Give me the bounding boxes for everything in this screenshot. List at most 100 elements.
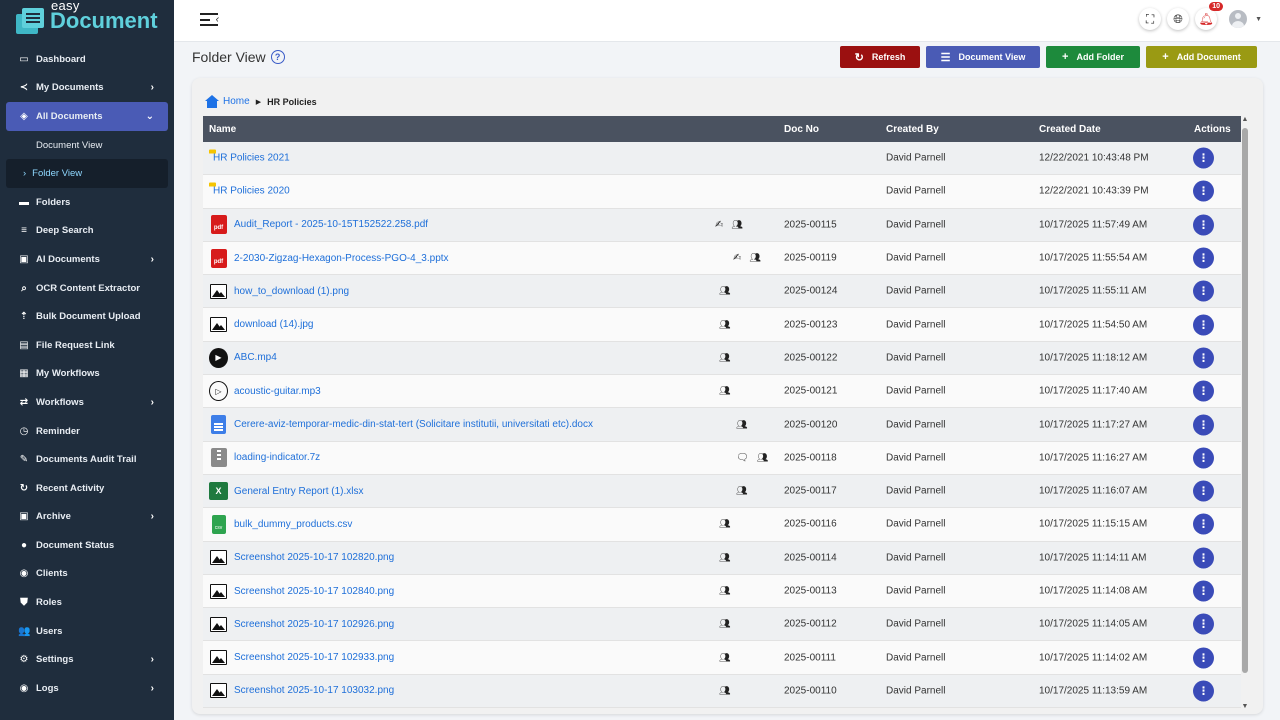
sidebar-item-folders[interactable]: ▬ Folders: [0, 188, 174, 217]
table-row[interactable]: Screenshot 2025-10-17 102840.png 👥︎ 2025-0…: [203, 574, 1241, 609]
row-actions-menu-icon[interactable]: ⋮: [1193, 147, 1214, 169]
help-icon[interactable]: ?: [270, 50, 285, 64]
column-name[interactable]: Name: [209, 124, 236, 135]
document-link[interactable]: Screenshot 2025-10-17 102840.png: [234, 586, 394, 597]
table-row[interactable]: Screenshot 2025-10-17 102926.png 👥︎ 2025-0…: [203, 608, 1241, 642]
home-icon[interactable]: [205, 95, 219, 108]
row-actions-menu-icon[interactable]: ⋮: [1193, 380, 1214, 402]
sidebar-item-reminder[interactable]: ◷ Reminder: [0, 417, 174, 446]
menu-toggle-icon[interactable]: ‹: [200, 13, 219, 29]
table-row[interactable]: HR Policies 2021 David Parnell 12/22/2021 …: [203, 142, 1241, 176]
column-created-date[interactable]: Created Date: [1039, 124, 1101, 135]
row-actions-menu-icon[interactable]: ⋮: [1193, 314, 1214, 336]
row-actions-menu-icon[interactable]: ⋮: [1193, 247, 1214, 269]
doc-no-cell: 2025-00124: [784, 285, 838, 297]
document-link[interactable]: ABC.mp4: [234, 352, 277, 363]
document-link[interactable]: Screenshot 2025-10-17 102933.png: [234, 652, 394, 663]
table-row[interactable]: Screenshot 2025-10-17 102820.png 👥︎ 2025-0…: [203, 541, 1241, 575]
language-globe-icon[interactable]: 🌐︎: [1167, 8, 1190, 30]
row-actions-menu-icon[interactable]: ⋮: [1193, 280, 1214, 302]
add-folder-button[interactable]: + Add Folder: [1046, 46, 1140, 68]
name-cell: ▶ ABC.mp4: [209, 347, 277, 368]
document-link[interactable]: Screenshot 2025-10-17 102820.png: [234, 552, 394, 563]
sidebar-item-bulk-document-upload[interactable]: ⇡ Bulk Document Upload: [0, 302, 174, 331]
table-row[interactable]: ▶ ABC.mp4 👥︎ 2025-00122 David Parnell 10/17/2…: [203, 341, 1241, 376]
row-actions-menu-icon[interactable]: ⋮: [1193, 680, 1214, 702]
sidebar-item-ocr-content-extractor[interactable]: ⌕ OCR Content Extractor: [0, 274, 174, 303]
table-row[interactable]: Cerere-aviz-temporar-medic-din-stat-tert…: [203, 408, 1241, 442]
row-actions-menu-icon[interactable]: ⋮: [1193, 580, 1214, 602]
sidebar-item-recent-activity[interactable]: ↻ Recent Activity: [0, 474, 174, 503]
shared-users-icon: 👥︎: [736, 419, 748, 430]
sidebar-item-dashboard[interactable]: ▭ Dashboard: [0, 45, 174, 74]
table-row[interactable]: loading-indicator.7z 🗨 👥︎ 2025-00118 David P…: [203, 441, 1241, 475]
document-link[interactable]: 2-2030-Zigzag-Hexagon-Process-PGO-4_3.pp…: [234, 253, 449, 264]
document-link[interactable]: bulk_dummy_products.csv: [234, 519, 352, 530]
table-row[interactable]: csv bulk_dummy_products.csv 👥︎ 2025-00116 Da…: [203, 508, 1241, 542]
table-row[interactable]: pdf Audit_Report - 2025-10-15T152522.258.…: [203, 208, 1241, 242]
document-link[interactable]: Screenshot 2025-10-17 103032.png: [234, 685, 394, 696]
scroll-thumb[interactable]: [1242, 128, 1248, 673]
scroll-up-icon[interactable]: ▲: [1241, 116, 1249, 123]
table-scrollbar[interactable]: ▲ ▼: [1241, 116, 1249, 712]
row-actions-menu-icon[interactable]: ⋮: [1193, 613, 1214, 635]
column-doc-no[interactable]: Doc No: [784, 124, 819, 135]
fullscreen-icon[interactable]: ⛶: [1139, 8, 1162, 30]
row-actions-menu-icon[interactable]: ⋮: [1193, 447, 1214, 469]
sidebar-item-archive[interactable]: ▣ Archive ›: [0, 503, 174, 532]
sidebar-item-all-documents[interactable]: ◈ All Documents ⌄: [6, 102, 168, 131]
sidebar-item-folder-view[interactable]: › Folder View: [6, 159, 168, 188]
sidebar-item-documents-audit-trail[interactable]: ✎ Documents Audit Trail: [0, 445, 174, 474]
sidebar-item-document-status[interactable]: ● Document Status: [0, 531, 174, 560]
table-row[interactable]: HR Policies 2020 David Parnell 12/22/2021 …: [203, 175, 1241, 209]
sidebar-item-clients[interactable]: ◉ Clients: [0, 560, 174, 589]
sidebar-item-logs[interactable]: ◉ Logs ›: [0, 674, 174, 703]
avatar-caret-icon[interactable]: ▼: [1255, 16, 1262, 23]
column-created-by[interactable]: Created By: [886, 124, 939, 135]
table-row[interactable]: how_to_download (1).png 👥︎ 2025-00124 David…: [203, 275, 1241, 309]
document-link[interactable]: Audit_Report - 2025-10-15T152522.258.pdf: [234, 219, 428, 230]
document-link[interactable]: acoustic-guitar.mp3: [234, 386, 321, 397]
row-actions-menu-icon[interactable]: ⋮: [1193, 214, 1214, 236]
sidebar-item-ai-documents[interactable]: ▣ AI Documents ›: [0, 245, 174, 274]
notification-bell-icon[interactable]: 🔔︎ 10: [1195, 2, 1224, 30]
row-actions-menu-icon[interactable]: ⋮: [1193, 547, 1214, 569]
document-link[interactable]: General Entry Report (1).xlsx: [234, 486, 364, 497]
table-row[interactable]: pdf 2-2030-Zigzag-Hexagon-Process-PGO-4_3…: [203, 241, 1241, 276]
table-row[interactable]: download (14).jpg 👥︎ 2025-00123 David Parne…: [203, 308, 1241, 342]
sidebar-item-my-documents[interactable]: ≺ My Documents ›: [0, 74, 174, 103]
row-actions-menu-icon[interactable]: ⋮: [1193, 414, 1214, 436]
scroll-down-icon[interactable]: ▼: [1241, 703, 1249, 710]
row-actions-menu-icon[interactable]: ⋮: [1193, 347, 1214, 369]
document-view-button[interactable]: ☰ Document View: [926, 46, 1040, 68]
name-cell: pdf 2-2030-Zigzag-Hexagon-Process-PGO-4_3…: [209, 248, 449, 268]
sidebar-item-settings[interactable]: ⚙ Settings ›: [0, 645, 174, 674]
user-avatar[interactable]: [1229, 10, 1248, 28]
add-document-button[interactable]: + Add Document: [1146, 46, 1257, 68]
breadcrumb-home[interactable]: Home: [223, 96, 250, 107]
document-link[interactable]: download (14).jpg: [234, 319, 314, 330]
sidebar-item-deep-search[interactable]: ≡ Deep Search: [0, 217, 174, 246]
folder-link[interactable]: HR Policies 2020: [213, 186, 290, 197]
refresh-button[interactable]: ↻ Refresh: [840, 46, 920, 68]
table-row[interactable]: Screenshot 2025-10-17 102933.png 👥︎ 2025-0…: [203, 641, 1241, 675]
row-actions-menu-icon[interactable]: ⋮: [1193, 180, 1214, 202]
app-logo[interactable]: easy Document: [0, 0, 174, 42]
document-link[interactable]: Cerere-aviz-temporar-medic-din-stat-tert…: [234, 419, 593, 430]
table-row[interactable]: Screenshot 2025-10-17 103032.png 👥︎ 2025-0…: [203, 674, 1241, 709]
sidebar-item-file-request-link[interactable]: ▤ File Request Link: [0, 331, 174, 360]
folder-link[interactable]: HR Policies 2021: [213, 153, 290, 164]
table-row[interactable]: X General Entry Report (1).xlsx 👥︎ 2025-001…: [203, 474, 1241, 509]
document-link[interactable]: loading-indicator.7z: [234, 452, 320, 463]
document-link[interactable]: Screenshot 2025-10-17 102926.png: [234, 619, 394, 630]
sidebar-item-workflows[interactable]: ⇄ Workflows ›: [0, 388, 174, 417]
sidebar-item-users[interactable]: 👥 Users: [0, 617, 174, 646]
row-actions-menu-icon[interactable]: ⋮: [1193, 647, 1214, 669]
document-link[interactable]: how_to_download (1).png: [234, 286, 349, 297]
table-row[interactable]: ▷ acoustic-guitar.mp3 👥︎ 2025-00121 David Pa…: [203, 375, 1241, 409]
sidebar-item-roles[interactable]: ⛊ Roles: [0, 588, 174, 617]
row-actions-menu-icon[interactable]: ⋮: [1193, 480, 1214, 502]
sidebar-item-document-view[interactable]: Document View: [0, 131, 174, 160]
sidebar-item-my-workflows[interactable]: ▦ My Workflows: [0, 360, 174, 389]
row-actions-menu-icon[interactable]: ⋮: [1193, 513, 1214, 535]
